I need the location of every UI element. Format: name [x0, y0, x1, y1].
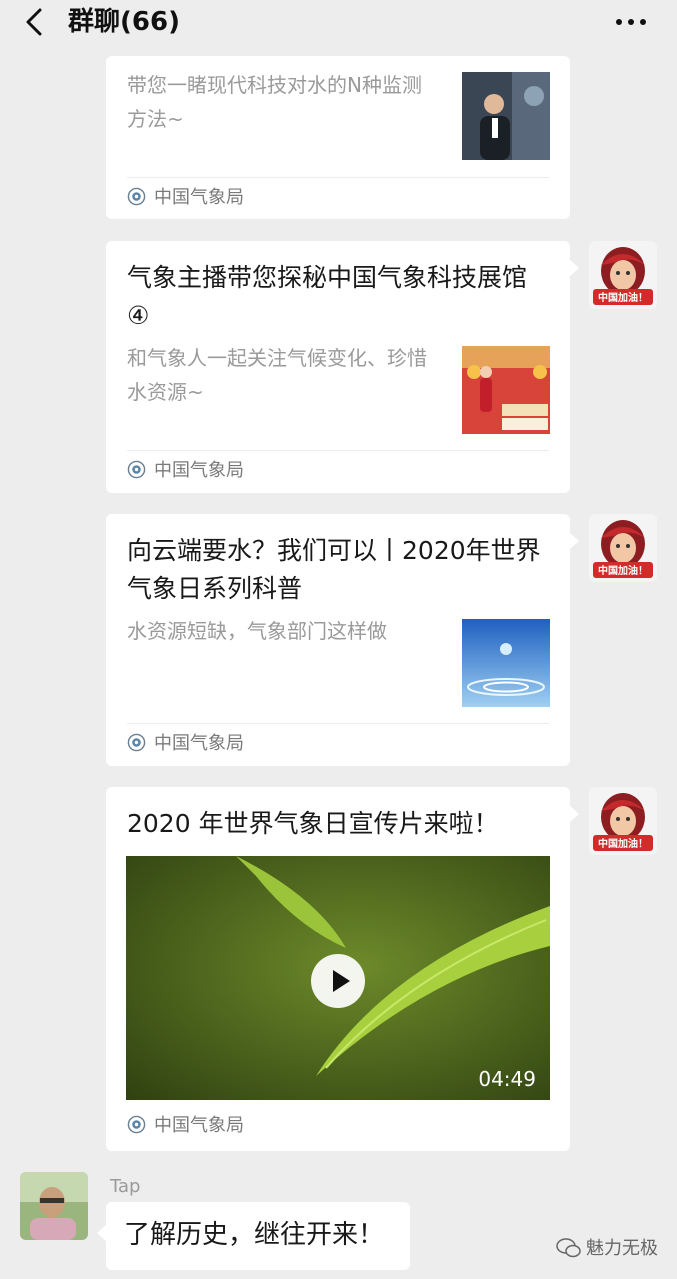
bubble-arrow [97, 1224, 107, 1242]
article-title: 气象主播带您探秘中国气象科技展馆④ [127, 263, 528, 330]
source-name: 中国气象局 [154, 1115, 244, 1136]
watermark: 魅力无极 [556, 1236, 658, 1262]
cma-logo-icon [127, 1115, 146, 1134]
bubble-arrow [569, 259, 579, 277]
article-source: 中国气象局 [127, 732, 244, 756]
sender-avatar[interactable] [20, 1172, 88, 1240]
article-card[interactable]: 带您一睹现代科技对水的N种监测方法~ 中国气象局 [106, 56, 570, 219]
sender-avatar[interactable]: 中国加油！ [589, 514, 657, 582]
article-description: 和气象人一起关注气候变化、珍惜水资源~ [127, 346, 427, 404]
article-thumbnail [462, 619, 550, 707]
cma-logo-icon [127, 460, 146, 479]
article-description: 水资源短缺，气象部门这样做 [127, 619, 387, 643]
sender-name: Tap [110, 1176, 141, 1197]
article-thumbnail [462, 72, 550, 160]
top-bar: 群聊(66) [0, 0, 677, 46]
article-source: 中国气象局 [127, 459, 244, 483]
video-duration: 04:49 [478, 1067, 536, 1091]
divider [127, 723, 549, 724]
divider [127, 450, 549, 451]
cma-logo-icon [127, 187, 146, 206]
watermark-text: 魅力无极 [586, 1238, 658, 1259]
chat-title: 群聊(66) [68, 7, 180, 37]
article-card[interactable]: 气象主播带您探秘中国气象科技展馆④ 和气象人一起关注气候变化、珍惜水资源~ 中国… [106, 241, 579, 493]
avatar-badge-text: 中国加油！ [598, 291, 648, 304]
message-bubble[interactable]: 了解历史，继往开来！ [97, 1202, 410, 1270]
back-arrow-icon[interactable] [20, 6, 52, 38]
video-title: 2020 年世界气象日宣传片来啦！ [127, 809, 499, 838]
avatar-badge-text: 中国加油！ [598, 837, 648, 850]
sender-avatar[interactable]: 中国加油！ [589, 787, 657, 855]
article-description: 带您一睹现代科技对水的N种监测方法~ [127, 73, 422, 131]
message-text: 了解历史，继往开来！ [124, 1220, 385, 1250]
cma-logo-icon [127, 733, 146, 752]
avatar-badge-text: 中国加油！ [598, 564, 648, 577]
video-card[interactable]: 2020 年世界气象日宣传片来啦！ 04:49 中国气象局 [106, 787, 579, 1151]
video-player[interactable]: 04:49 [126, 856, 550, 1100]
more-icon[interactable] [613, 10, 649, 34]
article-card[interactable]: 向云端要水？我们可以丨2020年世界气象日系列科普 水资源短缺，气象部门这样做 … [106, 514, 579, 766]
bubble-arrow [569, 532, 579, 550]
source-name: 中国气象局 [154, 460, 244, 481]
bubble-arrow [569, 805, 579, 823]
divider [127, 177, 549, 178]
article-thumbnail [462, 346, 550, 434]
article-source: 中国气象局 [127, 1114, 244, 1138]
source-name: 中国气象局 [154, 733, 244, 754]
source-name: 中国气象局 [154, 187, 244, 208]
wechat-icon [556, 1238, 581, 1258]
play-button[interactable] [311, 954, 365, 1008]
article-source: 中国气象局 [127, 186, 244, 210]
sender-avatar[interactable]: 中国加油！ [589, 241, 657, 309]
article-title: 向云端要水？我们可以丨2020年世界气象日系列科普 [127, 536, 541, 603]
